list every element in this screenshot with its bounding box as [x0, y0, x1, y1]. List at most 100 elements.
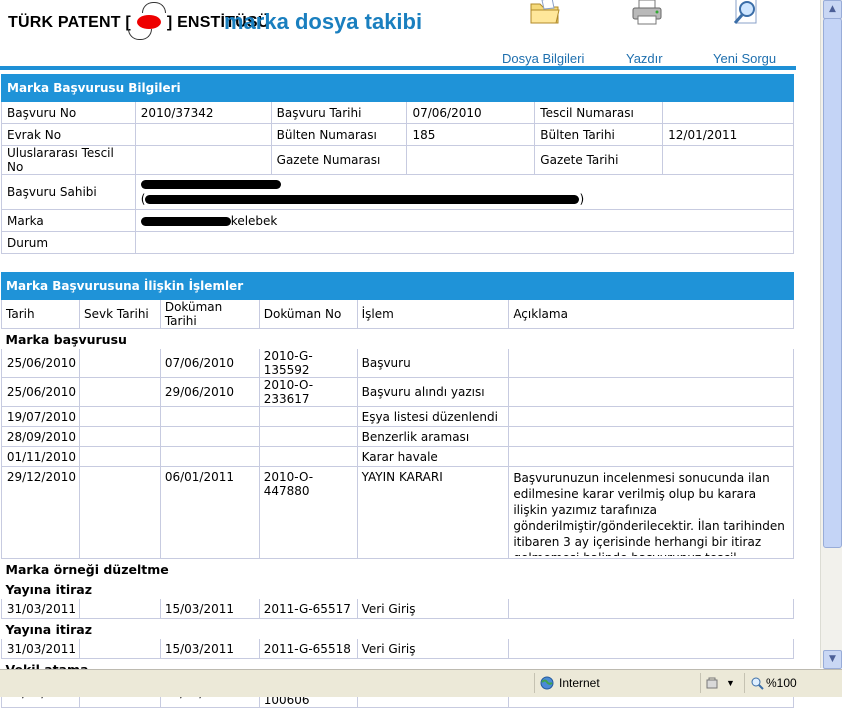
label-gazete-no: Gazete Numarası [270, 145, 408, 175]
cell-islem: Başvuru [356, 349, 509, 378]
cell-tarih: 01/11/2010 [1, 446, 80, 467]
header-divider [0, 66, 796, 70]
cell-islem: Eşya listesi düzenlendi [356, 406, 509, 427]
cell-tarih: 31/03/2011 [1, 639, 80, 659]
cell-dok-no [258, 406, 358, 427]
group-title: Marka örneği düzeltme [5, 561, 169, 577]
cell-sevk [78, 349, 161, 378]
column-header: Sevk Tarihi [78, 299, 161, 329]
nav-yazdir[interactable]: Yazdır [626, 51, 663, 66]
value-tescil-no [662, 101, 794, 124]
cell-tarih: 25/06/2010 [1, 349, 80, 378]
cell-dok-tarih [159, 426, 260, 447]
cell-aciklama [508, 446, 794, 467]
page-header: TÜRK PATENT [] ENSTİTÜSÜ marka dosya tak… [0, 0, 820, 70]
table-row: 31/03/2011 15/03/2011 2011-G-65518 Veri Gir… [1, 639, 794, 659]
brand-left: TÜRK PATENT [ [8, 14, 131, 31]
dropdown-arrow-icon[interactable]: ▼ [726, 678, 735, 688]
cell-islem: Veri Giriş [356, 599, 509, 619]
vertical-scrollbar[interactable]: ▲ ▼ [820, 0, 842, 669]
cell-dok-no: 2011-G-65517 [258, 599, 358, 619]
table-row: 31/03/2011 15/03/2011 2011-G-65517 Veri Gir… [1, 599, 794, 619]
label-bulten-no: Bülten Numarası [270, 123, 408, 146]
value-gazete-tarihi [662, 145, 794, 175]
column-header: Doküman No [258, 299, 358, 329]
protected-mode-icon[interactable] [706, 676, 722, 690]
cell-aciklama [508, 639, 794, 659]
cell-islem: Veri Giriş [356, 639, 509, 659]
column-header: Doküman Tarihi [159, 299, 260, 329]
application-info-table: Marka Başvurusu Bilgileri Başvuru No 201… [1, 74, 795, 254]
group-title: Yayına itiraz [5, 581, 93, 597]
cell-sevk [78, 406, 161, 427]
label-evrak-no: Evrak No [1, 123, 136, 146]
cell-tarih: 25/06/2010 [1, 377, 80, 407]
cell-dok-tarih: 15/03/2011 [159, 599, 260, 619]
section-title-info: Marka Başvurusu Bilgileri [1, 74, 794, 102]
cell-dok-no [258, 426, 358, 447]
cell-sevk [78, 639, 161, 659]
column-header: Tarih [1, 299, 80, 329]
zoom-level[interactable]: %100 [766, 676, 797, 690]
label-marka: Marka [1, 209, 136, 232]
status-bar: Internet ▼ %100 [0, 669, 842, 697]
group-title: Marka başvurusu [5, 331, 127, 347]
table-row: 25/06/2010 07/06/2010 2010-G-135592 Başvuru [1, 349, 794, 378]
printer-icon[interactable] [630, 0, 664, 26]
value-basvuru-tarihi: 07/06/2010 [406, 101, 536, 124]
nav-dosya-bilgileri[interactable]: Dosya Bilgileri [502, 51, 584, 66]
cell-islem: Başvuru alındı yazısı [356, 377, 509, 407]
cell-dok-tarih: 07/06/2010 [159, 349, 260, 378]
cell-tarih: 29/12/2010 [1, 466, 80, 559]
nav-yeni-sorgu[interactable]: Yeni Sorgu [713, 51, 776, 66]
label-bulten-tarihi: Bülten Tarihi [534, 123, 664, 146]
folder-icon[interactable] [528, 0, 562, 26]
description-text: Başvurunuzun incelenmesi sonucunda ilan … [513, 471, 785, 556]
column-header: İşlem [356, 299, 510, 329]
label-durum: Durum [1, 231, 136, 254]
cell-dok-tarih: 06/01/2011 [159, 466, 260, 559]
cell-islem: YAYIN KARARI [356, 466, 509, 559]
cell-aciklama [508, 377, 794, 407]
table-row: 01/11/2010 Karar havale [1, 446, 794, 467]
value-bulten-tarihi: 12/01/2011 [662, 123, 794, 146]
redacted-mark [140, 216, 231, 226]
logo-mark-icon [127, 2, 166, 40]
cell-dok-no [258, 446, 358, 467]
value-marka: kelebek [134, 209, 795, 232]
operations-table: Marka Başvurusuna İlişkin İşlemler Tarih… [1, 272, 794, 708]
value-evrak-no [134, 123, 272, 146]
label-basvuru-no: Başvuru No [1, 101, 136, 124]
value-gazete-no [406, 145, 536, 175]
operations-header-row: Tarih Sevk Tarihi Doküman Tarihi Doküman No… [1, 299, 794, 329]
value-basvuru-no: 2010/37342 [134, 101, 272, 124]
group-row: Yayına itiraz [2, 619, 794, 640]
scroll-thumb[interactable] [823, 18, 842, 548]
cell-islem: Benzerlik araması [356, 426, 509, 447]
cell-islem: Karar havale [356, 446, 509, 467]
cell-tarih: 31/03/2011 [1, 599, 80, 619]
scroll-down-icon[interactable]: ▼ [823, 650, 842, 669]
cell-dok-tarih [159, 446, 260, 467]
label-basvuru-tarihi: Başvuru Tarihi [270, 101, 408, 124]
cell-dok-no: 2010-G-135592 [258, 349, 358, 378]
label-gazete-tarihi: Gazete Tarihi [534, 145, 664, 175]
cell-dok-no: 2011-G-65518 [258, 639, 358, 659]
group-row: Yayına itiraz [2, 579, 794, 599]
cell-aciklama [508, 406, 794, 427]
scroll-up-icon[interactable]: ▲ [823, 0, 842, 19]
group-row: Marka başvurusu [2, 329, 794, 350]
group-title: Yayına itiraz [5, 621, 93, 637]
cell-aciklama [508, 349, 794, 378]
cell-sevk [78, 466, 161, 559]
status-zone: Internet [559, 676, 600, 690]
cell-sevk [78, 599, 161, 619]
cell-tarih: 19/07/2010 [1, 406, 80, 427]
value-basvuru-sahibi: () [134, 174, 795, 210]
globe-icon [540, 676, 554, 690]
magnifier-icon[interactable] [730, 0, 764, 26]
cell-sevk [78, 377, 161, 407]
cell-aciklama [508, 426, 794, 447]
zoom-icon[interactable] [750, 676, 764, 690]
value-durum [134, 231, 795, 254]
